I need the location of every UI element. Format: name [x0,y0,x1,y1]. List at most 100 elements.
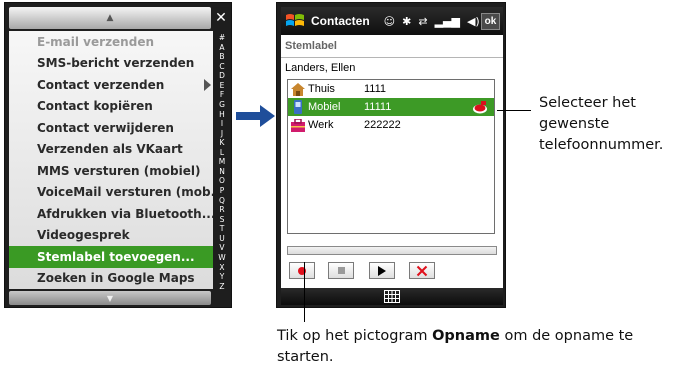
number-label: Thuis [308,83,335,95]
alphabet-letter[interactable]: I [221,119,223,128]
phone-number-list: Thuis 1111 Mobiel 11111 Werk 222222 [287,79,495,234]
number-value: 11111 [364,101,392,113]
menu-item-label: Contact verzenden [37,77,165,92]
menu-item-label: VoiceMail versturen (mob... [37,185,213,200]
recording-progress-bar [287,246,497,255]
number-label: Werk [308,119,334,131]
menu-item[interactable]: MMS versturen (mobiel) [9,160,213,182]
menu-close-button[interactable]: ✕ [213,7,229,29]
number-value: 222222 [364,119,401,131]
number-row-mobile[interactable]: Mobiel 11111 [288,98,494,116]
alphabet-letter[interactable]: R [219,205,224,214]
alphabet-letter[interactable]: B [219,52,224,61]
work-icon [290,118,306,132]
alphabet-letter[interactable]: S [220,215,225,224]
alphabet-letter[interactable]: N [219,167,225,176]
menu-item[interactable]: VoiceMail versturen (mob... [9,182,213,204]
record-button[interactable] [289,262,315,279]
alphabet-letter[interactable]: V [219,243,224,252]
alphabet-letter[interactable]: W [218,253,225,262]
ok-button[interactable]: ok [481,12,500,30]
message-icon[interactable]: ☺ [384,15,395,28]
alphabet-letter[interactable]: P [220,186,225,195]
number-label: Mobiel [308,101,341,113]
menu-item-label: MMS versturen (mobiel) [37,163,201,178]
alphabet-letter[interactable]: T [220,224,225,233]
mobile-phone-icon [290,100,306,114]
delete-button[interactable] [409,262,435,279]
alphabet-letter[interactable]: D [219,71,225,80]
menu-item[interactable]: SMS-bericht verzenden [9,53,213,75]
alphabet-letter[interactable]: F [220,90,224,99]
voice-tag-screen: Contacten ☺ ✱ ⇄ ▂▄▆ ◀) ok Stemlabel Land… [276,2,506,308]
alphabet-letter[interactable]: J [221,129,223,138]
alphabet-letter[interactable]: U [219,234,225,243]
number-value: 1111 [364,83,387,95]
menu-item-label: SMS-bericht verzenden [37,56,195,71]
menu-item-label: Verzenden als VKaart [37,142,183,157]
volume-icon[interactable]: ◀) [467,15,480,28]
alphabet-letter[interactable]: E [220,81,225,90]
stop-icon [337,267,345,274]
menu-item[interactable]: Verzenden als VKaart [9,139,213,161]
keyboard-icon[interactable] [384,290,400,303]
alphabet-letter[interactable]: C [219,62,224,71]
number-row-work[interactable]: Werk 222222 [288,116,494,134]
alphabet-letter[interactable]: Q [219,196,225,205]
callout-line-right [497,110,531,111]
menu-item-label: Afdrukken via Bluetooth... [37,206,213,221]
menu-item-label: Contact kopiëren [37,99,153,114]
menu-item-label: Stemlabel toevoegen... [37,249,195,264]
play-icon [378,265,386,276]
context-menu-list: E-mail verzenden SMS-bericht verzenden Con… [9,31,213,289]
home-icon [290,82,306,96]
alphabet-letter[interactable]: # [219,33,225,42]
stop-button[interactable] [328,262,354,279]
softkey-bar [281,288,503,305]
callout-record-instruction: Tik op het pictogram Opname om de opname… [277,326,677,368]
delete-icon [416,265,428,276]
alphabet-letter[interactable]: O [219,176,225,185]
menu-item-label: E-mail verzenden [37,34,154,49]
voice-tag-icon [473,101,487,114]
menu-item[interactable]: Contact kopiëren [9,96,213,118]
callout-select-number: Selecteer het gewenste telefoonnummer. [539,95,664,153]
alphabet-letter[interactable]: H [219,110,225,119]
right-arrow-icon [236,105,275,127]
play-button[interactable] [369,262,395,279]
alphabet-letter[interactable]: X [219,263,224,272]
alphabet-letter[interactable]: Y [220,272,225,281]
bluetooth-icon[interactable]: ✱ [402,15,411,28]
signal-icon[interactable]: ▂▄▆ [435,15,460,28]
alphabet-letter[interactable]: A [219,43,224,52]
page-title: Stemlabel [285,40,337,52]
alphabet-letter[interactable]: G [219,100,225,109]
menu-item[interactable]: Contact verzenden [9,74,213,96]
menu-item[interactable]: Stemlabel toevoegen... [9,246,213,268]
context-menu-screen: ▲ ✕ E-mail verzenden SMS-bericht verzende… [4,2,232,308]
menu-item-label: Videogesprek [37,228,130,243]
menu-item[interactable]: Contact verwijderen [9,117,213,139]
menu-scroll-down-button[interactable]: ▼ [9,291,211,305]
menu-item: E-mail verzenden [9,31,213,53]
alphabet-letter[interactable]: K [220,138,225,147]
chevron-down-icon: ▼ [106,293,114,303]
alphabet-letter[interactable]: Z [219,282,224,291]
callout-text: Tik op het pictogram [277,328,433,344]
voice-tag-content: Stemlabel Landers, Ellen Thuis 1111 Mobi… [281,35,503,288]
menu-scroll-up-button[interactable]: ▲ [9,7,211,29]
network-icon[interactable]: ⇄ [418,15,427,28]
alphabet-letter[interactable]: L [220,148,224,157]
callout-line-bottom [304,262,305,322]
callout-bold-text: Opname [432,328,500,344]
alphabet-index-bar[interactable]: # A B C D E F G H I J K L M N O P Q R S T U V W X Y Z [214,33,230,291]
number-row-home[interactable]: Thuis 1111 [288,80,494,98]
menu-item[interactable]: Afdrukken via Bluetooth... [9,203,213,225]
alphabet-letter[interactable]: M [219,157,225,166]
windows-start-icon[interactable] [284,10,306,32]
menu-item[interactable]: Videogesprek [9,225,213,247]
title-bar: Contacten ☺ ✱ ⇄ ▂▄▆ ◀) ok [281,7,503,35]
title-divider [281,57,503,58]
menu-item[interactable]: Zoeken in Google Maps [9,268,213,290]
submenu-arrow-icon [204,79,211,91]
